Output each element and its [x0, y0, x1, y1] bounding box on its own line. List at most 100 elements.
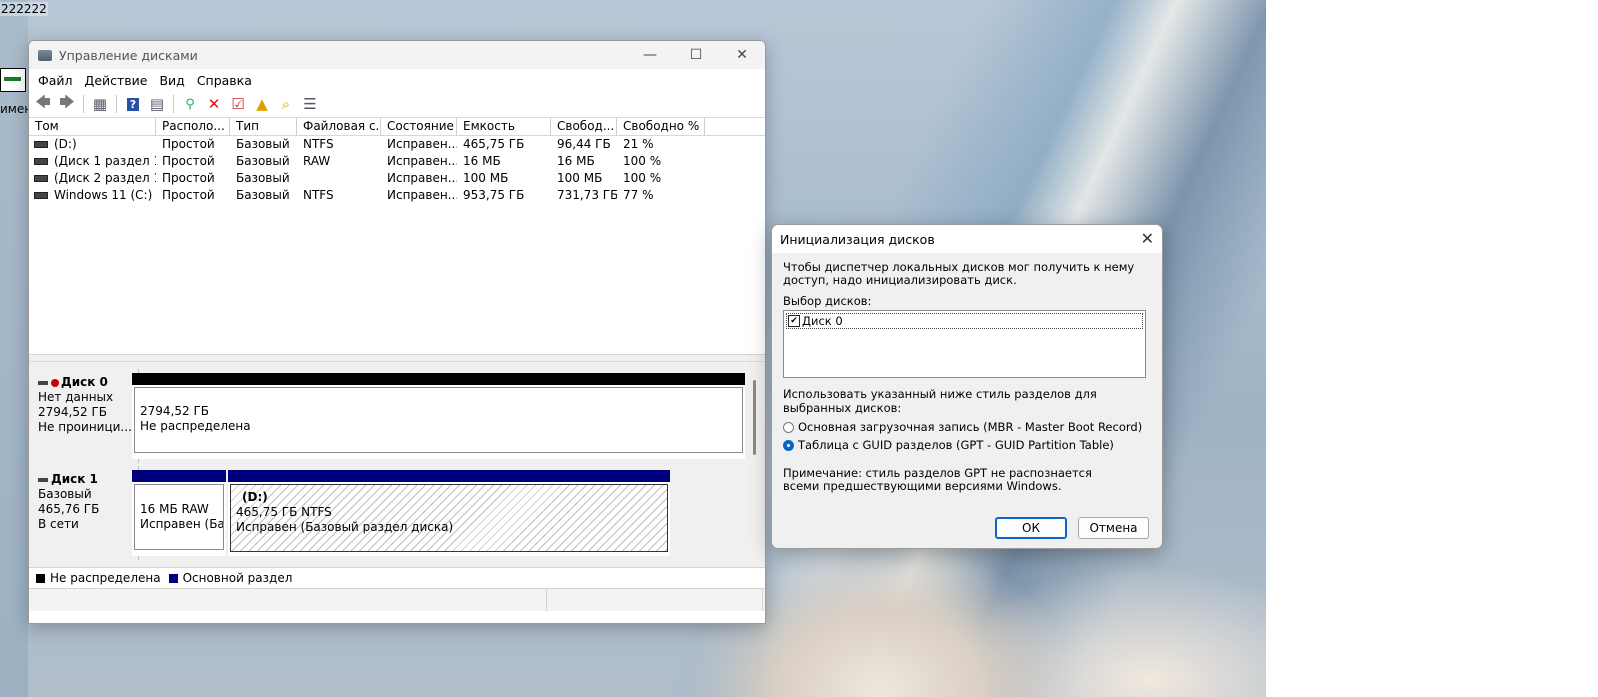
column-header-volume[interactable]: Том	[29, 118, 156, 135]
minimize-button[interactable]: —	[627, 41, 673, 69]
legend-unallocated-label: Не распределена	[50, 571, 161, 585]
disk-management-window: Управление дисками — ☐ ✕ Файл Действие В…	[28, 40, 766, 624]
disk-icon	[38, 477, 48, 482]
error-icon	[51, 378, 59, 387]
disk-name: Диск 0	[61, 375, 108, 389]
column-header-layout[interactable]: Располо...	[156, 118, 230, 135]
disk-state: Не проиници...	[38, 420, 132, 434]
check-icon[interactable]: ☑	[228, 94, 248, 114]
disk-type: Базовый	[38, 487, 92, 501]
mbr-radio[interactable]	[783, 421, 794, 433]
volume-name: (Диск 2 раздел 1)	[54, 171, 156, 185]
volume-type: Базовый	[236, 137, 290, 151]
menu-action[interactable]: Действие	[79, 73, 154, 88]
column-header-free-percent[interactable]: Свободно %	[617, 118, 705, 135]
drive-icon	[34, 175, 48, 182]
disk-name: Диск 1	[51, 472, 98, 486]
cancel-button[interactable]: Отмена	[1078, 517, 1149, 539]
pane-splitter[interactable]	[29, 355, 765, 362]
status-cell	[29, 589, 547, 611]
column-header-status[interactable]: Состояние	[381, 118, 457, 135]
disk-listbox[interactable]: ✔ Диск 0	[783, 310, 1146, 378]
table-row[interactable]: (Диск 1 раздел 1) Простой Базовый RAW Ис…	[29, 153, 765, 170]
partition-status: Не распределена	[140, 419, 251, 433]
column-header-filesystem[interactable]: Файловая с...	[297, 118, 381, 135]
primary-partition-bar	[228, 470, 670, 482]
column-header-type[interactable]: Тип	[230, 118, 297, 135]
gpt-option[interactable]: Таблица с GUID разделов (GPT - GUID Part…	[783, 436, 1151, 454]
column-header-free[interactable]: Свобод...	[551, 118, 617, 135]
disk-0-unallocated-partition[interactable]: 2794,52 ГБ Не распределена	[132, 373, 745, 459]
volume-type: Базовый	[236, 188, 290, 202]
volume-layout: Простой	[162, 171, 215, 185]
table-row[interactable]: (Диск 2 раздел 1) Простой Базовый Исправ…	[29, 170, 765, 187]
help-icon[interactable]: ?	[123, 94, 143, 114]
partition-style-label: Использовать указанный ниже стиль раздел…	[783, 387, 1097, 415]
partition-name: (D:)	[242, 490, 268, 504]
volume-layout: Простой	[162, 137, 215, 151]
ok-button[interactable]: ОК	[995, 517, 1067, 539]
search-folder-icon[interactable]: ⌕	[276, 94, 296, 114]
disk-1-partition-d[interactable]: (D:) 465,75 ГБ NTFS Исправен (Базовый ра…	[228, 470, 670, 556]
close-icon[interactable]: ✕	[1141, 229, 1154, 248]
back-arrow-icon[interactable]: 🡄	[33, 93, 53, 114]
initialize-disk-dialog: Инициализация дисков ✕ Чтобы диспетчер л…	[771, 224, 1163, 549]
dialog-note: Примечание: стиль разделов GPT не распоз…	[783, 466, 1092, 493]
app-icon	[38, 49, 52, 61]
maximize-button[interactable]: ☐	[673, 41, 719, 69]
list-icon[interactable]: ☰	[300, 94, 320, 114]
volume-filesystem: NTFS	[303, 188, 334, 202]
disk-0-info[interactable]: Диск 0 Нет данных 2794,52 ГБ Не проиници…	[29, 369, 139, 463]
forward-arrow-icon[interactable]: 🡆	[57, 93, 77, 114]
disk-type: Нет данных	[38, 390, 114, 404]
volume-capacity: 953,75 ГБ	[463, 188, 525, 202]
volume-list-header: Том Располо... Тип Файловая с... Состоян…	[29, 118, 765, 136]
volume-name: (Диск 1 раздел 1)	[54, 154, 156, 168]
desktop-shortcut-icon[interactable]	[0, 68, 26, 92]
partition-status: Исправен (Базовый раздел диска)	[236, 520, 454, 534]
column-header-capacity[interactable]: Емкость	[457, 118, 551, 135]
connect-icon[interactable]: ⚲	[180, 94, 200, 114]
table-row[interactable]: (D:) Простой Базовый NTFS Исправен... 46…	[29, 136, 765, 153]
disk-map: Диск 0 Нет данных 2794,52 ГБ Не проиници…	[29, 362, 765, 567]
mbr-option[interactable]: Основная загрузочная запись (MBR - Maste…	[783, 418, 1151, 436]
desktop-label: 222222	[0, 2, 48, 16]
checkbox-checked-icon[interactable]: ✔	[788, 315, 800, 327]
view-icon[interactable]: ▤	[147, 94, 167, 114]
primary-partition-bar	[132, 470, 226, 482]
delete-icon[interactable]: ✕	[204, 94, 224, 114]
menu-view[interactable]: Вид	[153, 73, 190, 88]
vertical-scrollbar[interactable]	[753, 380, 756, 455]
volume-list: Том Располо... Тип Файловая с... Состоян…	[29, 118, 765, 355]
close-button[interactable]: ✕	[719, 41, 765, 69]
disk-0-row: Диск 0 Нет данных 2794,52 ГБ Не проиници…	[29, 369, 139, 463]
legend-unallocated-swatch	[36, 573, 45, 583]
volume-free-percent: 77 %	[623, 188, 654, 202]
disk-1-info[interactable]: Диск 1 Базовый 465,76 ГБ В сети	[29, 466, 139, 560]
menu-file[interactable]: Файл	[32, 73, 79, 88]
volume-free-percent: 100 %	[623, 171, 662, 185]
volume-free: 96,44 ГБ	[557, 137, 611, 151]
toolbar-separator	[83, 95, 84, 113]
folder-up-icon[interactable]: ▲	[252, 94, 272, 114]
partition-status: Исправен (Базо	[140, 517, 223, 531]
volume-type: Базовый	[236, 171, 290, 185]
legend-primary-swatch	[168, 573, 178, 583]
title-bar[interactable]: Управление дисками — ☐ ✕	[29, 41, 765, 69]
volume-type: Базовый	[236, 154, 290, 168]
partition-size: 465,75 ГБ NTFS	[236, 505, 332, 519]
dialog-title-bar[interactable]: Инициализация дисков	[772, 225, 1162, 253]
properties-grid-icon[interactable]: ▦	[90, 94, 110, 114]
menu-help[interactable]: Справка	[191, 73, 258, 88]
dialog-intro-text: Чтобы диспетчер локальных дисков мог пол…	[783, 260, 1135, 287]
volume-layout: Простой	[162, 188, 215, 202]
volume-filesystem	[297, 170, 381, 187]
disk-1-partition-raw[interactable]: 16 МБ RAW Исправен (Базо	[132, 470, 226, 556]
table-row[interactable]: Windows 11 (C:) Простой Базовый NTFS Исп…	[29, 187, 765, 204]
drive-icon	[34, 158, 48, 165]
disk-state: В сети	[38, 517, 79, 531]
gpt-radio[interactable]	[783, 439, 794, 451]
volume-free-percent: 100 %	[623, 154, 662, 168]
disk-item-label: Диск 0	[802, 314, 843, 328]
list-item[interactable]: ✔ Диск 0	[786, 313, 1143, 329]
